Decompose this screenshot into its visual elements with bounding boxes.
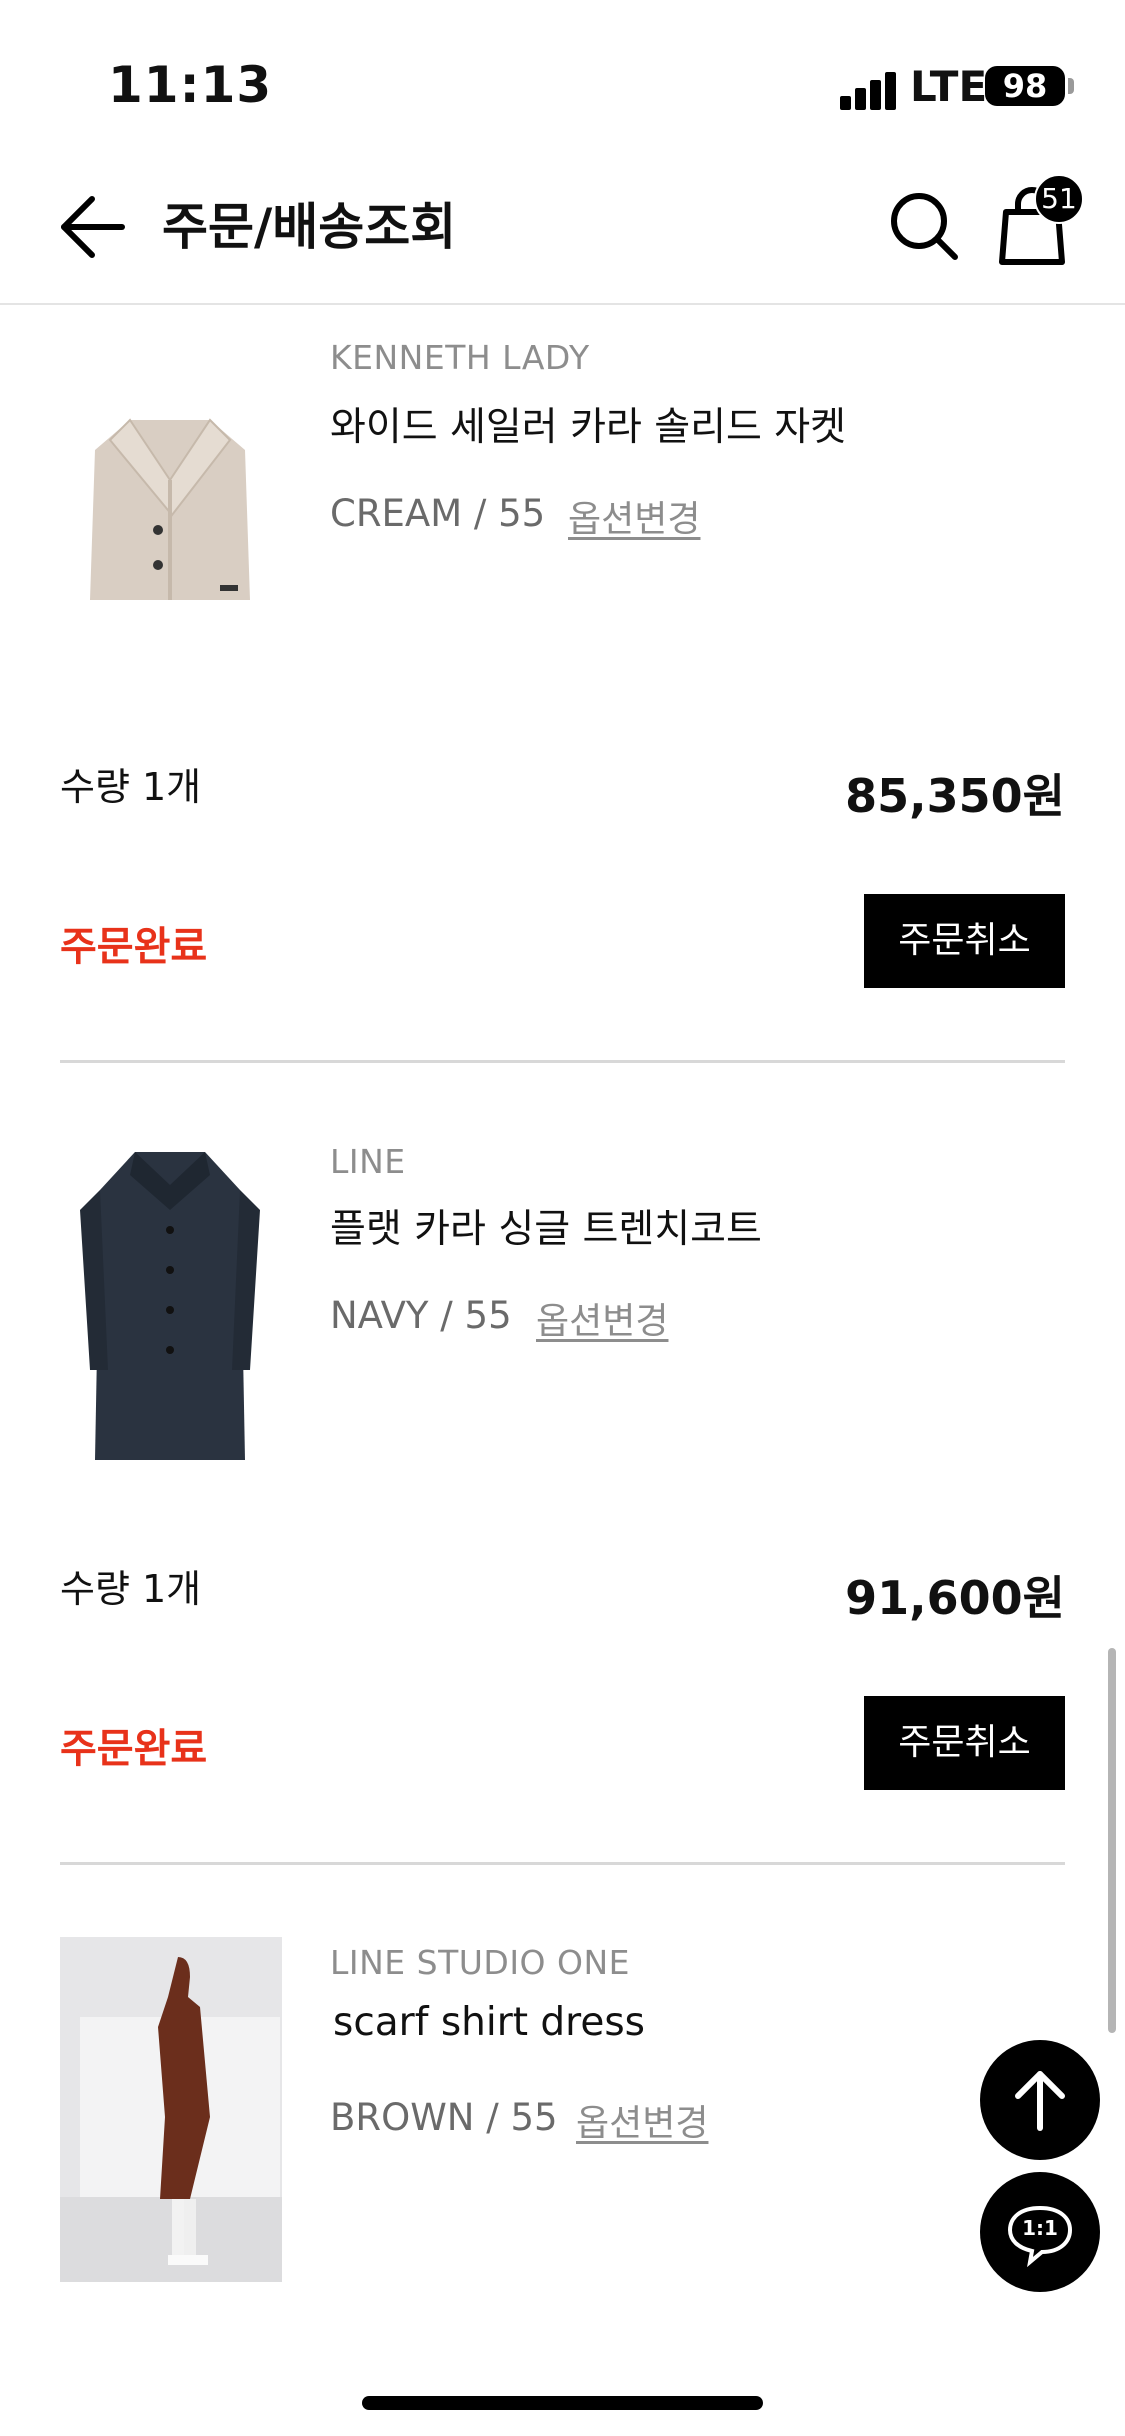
quantity-label: 수량 1개 bbox=[60, 765, 202, 809]
price: 85,350원 bbox=[845, 769, 1065, 823]
product-image-dress[interactable] bbox=[60, 1937, 282, 2282]
brand-name: LINE bbox=[330, 1142, 406, 1181]
scrollbar[interactable] bbox=[1108, 1648, 1116, 2033]
divider bbox=[60, 1060, 1065, 1063]
back-arrow-icon[interactable] bbox=[58, 192, 128, 262]
product-option: NAVY / 55 bbox=[330, 1294, 512, 1337]
quantity-label: 수량 1개 bbox=[60, 1567, 202, 1611]
product-image-coat[interactable] bbox=[60, 1140, 280, 1470]
price: 91,600원 bbox=[845, 1571, 1065, 1625]
order-status: 주문완료 bbox=[60, 1726, 208, 1772]
brand-name: KENNETH LADY bbox=[330, 338, 590, 377]
chat-label: 1:1 bbox=[1022, 2216, 1058, 2240]
order-status: 주문완료 bbox=[60, 924, 208, 970]
product-name[interactable]: scarf shirt dress bbox=[333, 2000, 645, 2045]
signal-icon bbox=[840, 70, 900, 110]
product-name[interactable]: 플랫 카라 싱글 트렌치코트 bbox=[330, 1198, 762, 1254]
status-time: 11:13 bbox=[108, 56, 273, 114]
cancel-order-button[interactable]: 주문취소 bbox=[864, 1696, 1065, 1790]
cancel-order-button[interactable]: 주문취소 bbox=[864, 894, 1065, 988]
cart-count-badge: 51 bbox=[1034, 174, 1084, 224]
product-name[interactable]: 와이드 세일러 카라 솔리드 자켓 bbox=[330, 396, 846, 452]
product-option: BROWN / 55 bbox=[330, 2096, 558, 2139]
home-indicator bbox=[362, 2396, 763, 2410]
battery-icon: 98 bbox=[985, 66, 1065, 106]
chat-button[interactable]: 1:1 bbox=[980, 2172, 1100, 2292]
divider bbox=[60, 1862, 1065, 1865]
app-header: 주문/배송조회 51 bbox=[0, 150, 1125, 305]
battery-tip bbox=[1068, 78, 1074, 94]
product-image-jacket[interactable] bbox=[60, 380, 280, 620]
product-option: CREAM / 55 bbox=[330, 492, 546, 535]
brand-name: LINE STUDIO ONE bbox=[330, 1943, 631, 1982]
option-change-link[interactable]: 옵션변경 bbox=[576, 2094, 708, 2146]
arrow-up-icon bbox=[1015, 2071, 1065, 2131]
network-label: LTE bbox=[910, 62, 988, 111]
scroll-to-top-button[interactable] bbox=[980, 2040, 1100, 2160]
option-change-link[interactable]: 옵션변경 bbox=[536, 1292, 668, 1344]
search-icon[interactable] bbox=[888, 190, 960, 262]
option-change-link[interactable]: 옵션변경 bbox=[568, 490, 700, 542]
page-title: 주문/배송조회 bbox=[162, 198, 457, 256]
